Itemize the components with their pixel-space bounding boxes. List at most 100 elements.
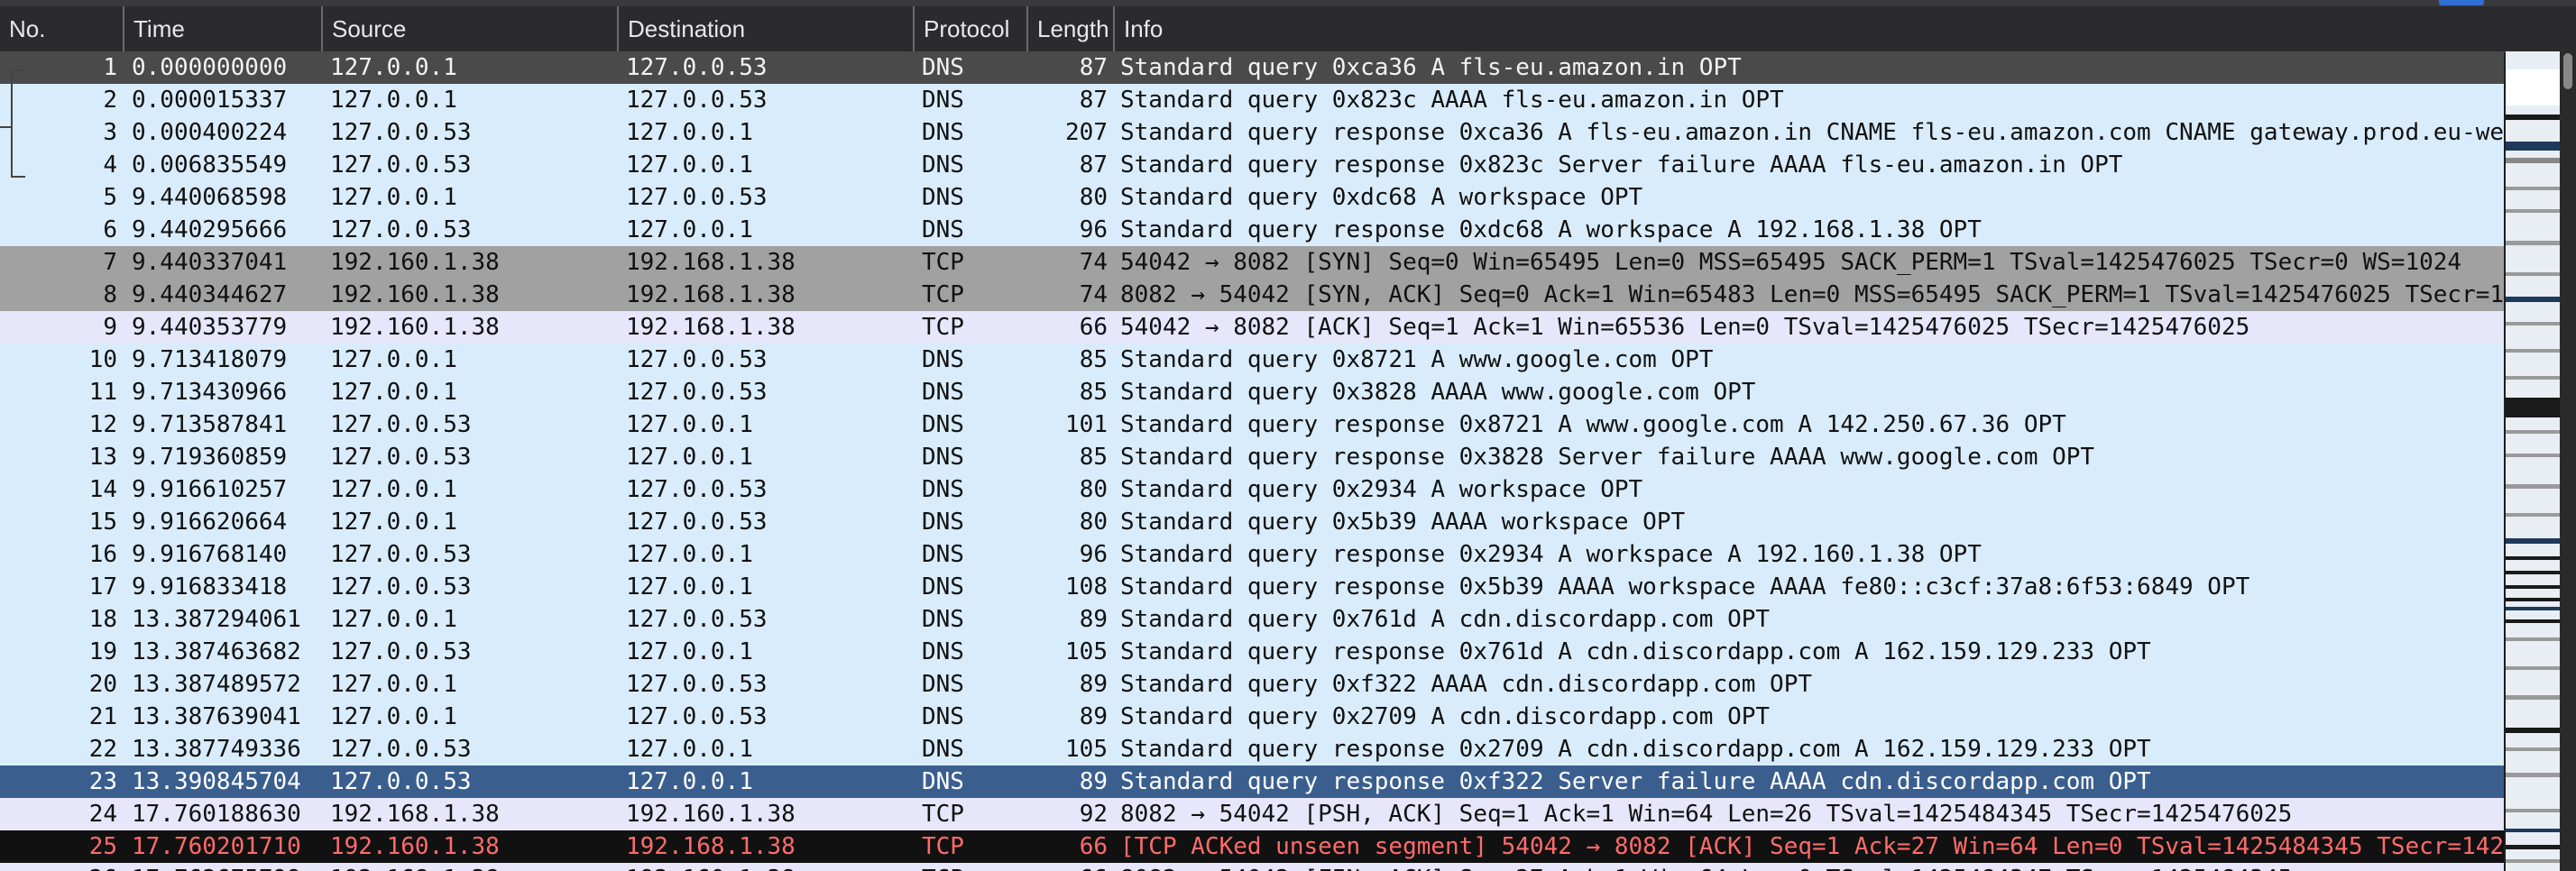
packet-number-cell: 26 <box>45 863 117 871</box>
packet-row[interactable]: 11 9.713430966 127.0.0.1 127.0.0.53 DNS 85 Sta… <box>0 376 2504 408</box>
packet-time-cell: 9.440344627 <box>132 281 288 308</box>
packet-length-cell: 87 <box>1079 87 1108 114</box>
packet-row[interactable]: 13 9.719360859 127.0.0.53 127.0.0.1 DNS 85 Sta… <box>0 441 2504 473</box>
toolbar-active-button[interactable] <box>2439 0 2484 5</box>
packet-info-cell: Standard query 0x2709 A cdn.discordapp.c… <box>1120 703 1771 730</box>
packet-number-cell: 20 <box>88 671 117 698</box>
packet-destination-cell: 192.168.1.38 <box>626 281 796 308</box>
packet-row[interactable]: 6 9.440295666 127.0.0.53 127.0.0.1 DNS 96 Stan… <box>0 214 2504 246</box>
packet-row[interactable]: 26 17.762675799 192.168.1.38 192.160.1.38 TC… <box>0 863 2504 871</box>
column-header-length[interactable]: Length <box>1026 6 1113 51</box>
packet-minimap[interactable] <box>2506 51 2560 871</box>
related-packet-end-tick <box>11 176 25 178</box>
packet-row[interactable]: 16 9.916768140 127.0.0.53 127.0.0.1 DNS 96 Sta… <box>0 538 2504 571</box>
minimap-marker <box>2506 637 2560 641</box>
column-header-time[interactable]: Time <box>123 6 321 51</box>
packet-row[interactable]: 3 0.000400224 127.0.0.53 127.0.0.1 DNS 207 Sta… <box>0 116 2504 149</box>
packet-number-cell: 24 <box>88 801 117 828</box>
packet-row[interactable]: 17 9.916833418 127.0.0.53 127.0.0.1 DNS 108 St… <box>0 571 2504 603</box>
packet-info-cell: Standard query response 0xdc68 A workspa… <box>1120 216 1982 243</box>
packet-row[interactable]: 19 13.387463682 127.0.0.53 127.0.0.1 DNS 105 S… <box>0 636 2504 668</box>
packet-row[interactable]: 10 9.713418079 127.0.0.1 127.0.0.53 DNS 85 Sta… <box>0 344 2504 376</box>
packet-time-cell: 9.440068598 <box>132 184 288 211</box>
packet-destination-cell: 127.0.0.53 <box>626 703 768 730</box>
minimap-marker <box>2506 666 2560 670</box>
minimap-marker <box>2506 142 2560 151</box>
minimap-marker <box>2506 695 2560 700</box>
packet-time-cell: 0.000015337 <box>132 87 288 114</box>
minimap-marker <box>2506 430 2560 434</box>
packet-info-cell: Standard query response 0x761d A cdn.dis… <box>1120 638 2151 665</box>
packet-length-cell: 87 <box>1079 54 1108 81</box>
packet-protocol-cell: TCP <box>922 801 964 828</box>
packet-protocol-cell: DNS <box>922 671 964 698</box>
packet-destination-cell: 127.0.0.1 <box>626 638 753 665</box>
packet-length-cell: 80 <box>1079 476 1108 503</box>
packet-source-cell: 192.160.1.38 <box>330 833 500 860</box>
packet-number-cell: 18 <box>88 606 117 633</box>
packet-row[interactable]: 20 13.387489572 127.0.0.1 127.0.0.53 DNS 89 St… <box>0 668 2504 701</box>
packet-row[interactable]: 4 0.006835549 127.0.0.53 127.0.0.1 DNS 87 Stan… <box>0 149 2504 181</box>
packet-row[interactable]: 23 13.390845704 127.0.0.53 127.0.0.1 DNS 89 St… <box>0 766 2504 798</box>
packet-row[interactable]: 22 13.387749336 127.0.0.53 127.0.0.1 DNS 105 S… <box>0 733 2504 766</box>
packet-row[interactable]: 2 0.000015337 127.0.0.1 127.0.0.53 DNS 87 Stan… <box>0 84 2504 116</box>
column-header-protocol[interactable]: Protocol <box>913 6 1026 51</box>
packet-destination-cell: 127.0.0.53 <box>626 54 768 81</box>
packet-info-cell: Standard query response 0x2934 A workspa… <box>1120 541 1982 568</box>
minimap-marker <box>2506 376 2560 380</box>
packet-protocol-cell: TCP <box>922 281 964 308</box>
packet-destination-cell: 127.0.0.53 <box>626 379 768 406</box>
packet-protocol-cell: DNS <box>922 379 964 406</box>
packet-row[interactable]: 9 9.440353779 192.160.1.38 192.168.1.38 TCP 6… <box>0 311 2504 344</box>
packet-source-cell: 192.160.1.38 <box>330 281 500 308</box>
packet-info-cell: 8082 → 54042 [FIN, ACK] Seq=27 Ack=1 Win… <box>1120 863 2504 871</box>
packet-row[interactable]: 18 13.387294061 127.0.0.1 127.0.0.53 DNS 89 St… <box>0 603 2504 636</box>
column-header-info[interactable]: Info <box>1113 6 2576 51</box>
packet-protocol-cell: DNS <box>922 54 964 81</box>
packet-length-cell: 85 <box>1079 444 1108 471</box>
packet-time-cell: 0.000400224 <box>132 119 288 146</box>
related-packet-arrow-icon <box>11 69 27 71</box>
minimap-marker <box>2506 513 2560 517</box>
packet-number-cell: 11 <box>88 379 117 406</box>
scrollbar-thumb[interactable] <box>2563 53 2572 89</box>
packet-row[interactable]: 14 9.916610257 127.0.0.1 127.0.0.53 DNS 80 Sta… <box>0 473 2504 506</box>
column-header-no[interactable]: No. <box>0 6 126 51</box>
packet-protocol-cell: DNS <box>922 216 964 243</box>
packet-row[interactable]: 21 13.387639041 127.0.0.1 127.0.0.53 DNS 89 St… <box>0 701 2504 733</box>
column-header-source[interactable]: Source <box>321 6 617 51</box>
packet-info-cell: 8082 → 54042 [PSH, ACK] Seq=1 Ack=1 Win=… <box>1120 801 2293 828</box>
packet-row[interactable]: 5 9.440068598 127.0.0.1 127.0.0.53 DNS 80 Stan… <box>0 181 2504 214</box>
vertical-scrollbar[interactable] <box>2560 51 2576 871</box>
packet-row[interactable]: 15 9.916620664 127.0.0.1 127.0.0.53 DNS 80 Sta… <box>0 506 2504 538</box>
packet-protocol-cell: TCP <box>922 863 1021 871</box>
minimap-marker <box>2506 187 2560 190</box>
packet-length-cell: 66 <box>1079 833 1108 860</box>
packet-length-cell: 89 <box>1079 606 1108 633</box>
column-header-destination[interactable]: Destination <box>617 6 913 51</box>
packet-row[interactable]: 1 0.000000000 127.0.0.1 127.0.0.53 DNS 87 Stan… <box>0 51 2504 84</box>
minimap-marker <box>2506 349 2560 353</box>
packet-length-cell: 80 <box>1079 184 1108 211</box>
packet-length-cell: 105 <box>1065 638 1108 665</box>
minimap-marker <box>2506 829 2560 832</box>
packet-source-cell: 127.0.0.1 <box>330 703 457 730</box>
packet-protocol-cell: DNS <box>922 476 964 503</box>
packet-source-cell: 127.0.0.53 <box>330 411 472 438</box>
packet-row[interactable]: 12 9.713587841 127.0.0.53 127.0.0.1 DNS 101 St… <box>0 408 2504 441</box>
minimap-marker <box>2506 115 2560 120</box>
packet-row[interactable]: 7 9.440337041 192.160.1.38 192.168.1.38 TCP 7… <box>0 246 2504 279</box>
packet-info-cell: Standard query 0xca36 A fls-eu.amazon.in… <box>1120 54 1742 81</box>
packet-length-cell: 74 <box>1079 249 1108 276</box>
packet-time-cell: 9.713418079 <box>132 346 288 373</box>
minimap-marker <box>2506 158 2560 163</box>
packet-row[interactable]: 8 9.440344627 192.160.1.38 192.168.1.38 TCP 7… <box>0 279 2504 311</box>
packet-row[interactable]: 24 17.760188630 192.168.1.38 192.160.1.38 TC… <box>0 798 2504 830</box>
minimap-marker <box>2506 538 2560 544</box>
packet-list[interactable]: 1 0.000000000 127.0.0.1 127.0.0.53 DNS 87 Stan… <box>0 51 2504 871</box>
packet-number-cell: 16 <box>88 541 117 568</box>
packet-info-cell: [TCP ACKed unseen segment] 54042 → 8082 … <box>1120 833 2504 860</box>
packet-row[interactable]: 25 17.760201710 192.160.1.38 192.168.1.38 TC… <box>0 830 2504 863</box>
packet-length-cell: 96 <box>1079 216 1108 243</box>
packet-number-cell: 9 <box>103 314 117 341</box>
